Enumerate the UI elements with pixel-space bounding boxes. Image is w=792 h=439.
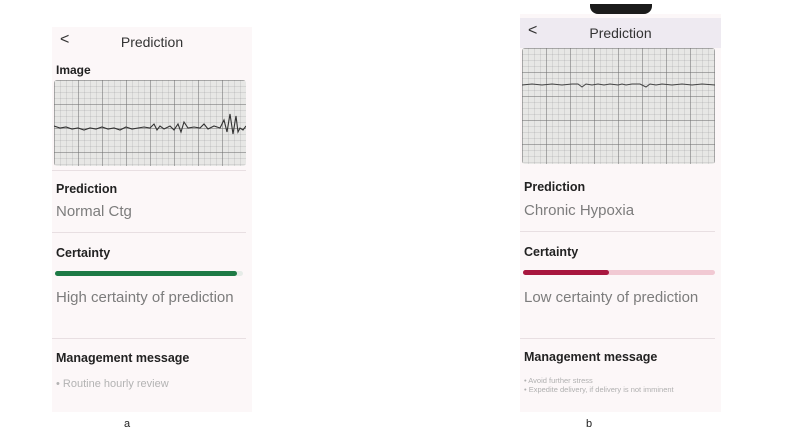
certainty-bar [523, 270, 715, 275]
management-label: Management message [524, 350, 658, 364]
certainty-text: Low certainty of prediction [524, 289, 699, 306]
image-label: Image [56, 63, 91, 77]
cropped-top-text [484, 0, 576, 8]
certainty-bar-fill [55, 271, 238, 276]
ctg-image [522, 48, 715, 164]
ctg-image [54, 80, 246, 166]
management-label: Management message [56, 351, 190, 365]
ctg-trace [54, 113, 246, 135]
phone-notch [590, 4, 652, 14]
prediction-value: Normal Ctg [56, 203, 132, 220]
page-title: Prediction [120, 34, 184, 50]
prediction-label: Prediction [524, 180, 586, 194]
certainty-bar-fill [523, 270, 610, 275]
certainty-label: Certainty [56, 246, 111, 260]
app-bar: < Prediction [520, 18, 721, 48]
divider [520, 338, 715, 339]
divider [520, 231, 715, 232]
management-item: • Expedite delivery, if delivery is not … [524, 385, 674, 394]
page-title: Prediction [589, 25, 652, 41]
app-bar: < Prediction [52, 27, 252, 57]
certainty-text: High certainty of prediction [56, 289, 234, 306]
divider [52, 338, 246, 339]
phone-screen-a: < Prediction Image Prediction Normal Ctg… [52, 27, 252, 412]
caption-b: b [586, 418, 593, 430]
divider [52, 232, 246, 233]
caption-a: a [124, 418, 131, 430]
prediction-value: Chronic Hypoxia [524, 202, 635, 219]
certainty-label: Certainty [524, 245, 579, 259]
management-item: • Avoid further stress [524, 376, 593, 385]
ctg-trace [522, 83, 715, 88]
certainty-bar [55, 271, 243, 276]
divider [52, 170, 246, 171]
prediction-label: Prediction [56, 182, 118, 196]
management-item: • Routine hourly review [56, 378, 169, 390]
phone-screen-b: < Prediction Prediction Chronic Hypoxia … [520, 14, 721, 412]
